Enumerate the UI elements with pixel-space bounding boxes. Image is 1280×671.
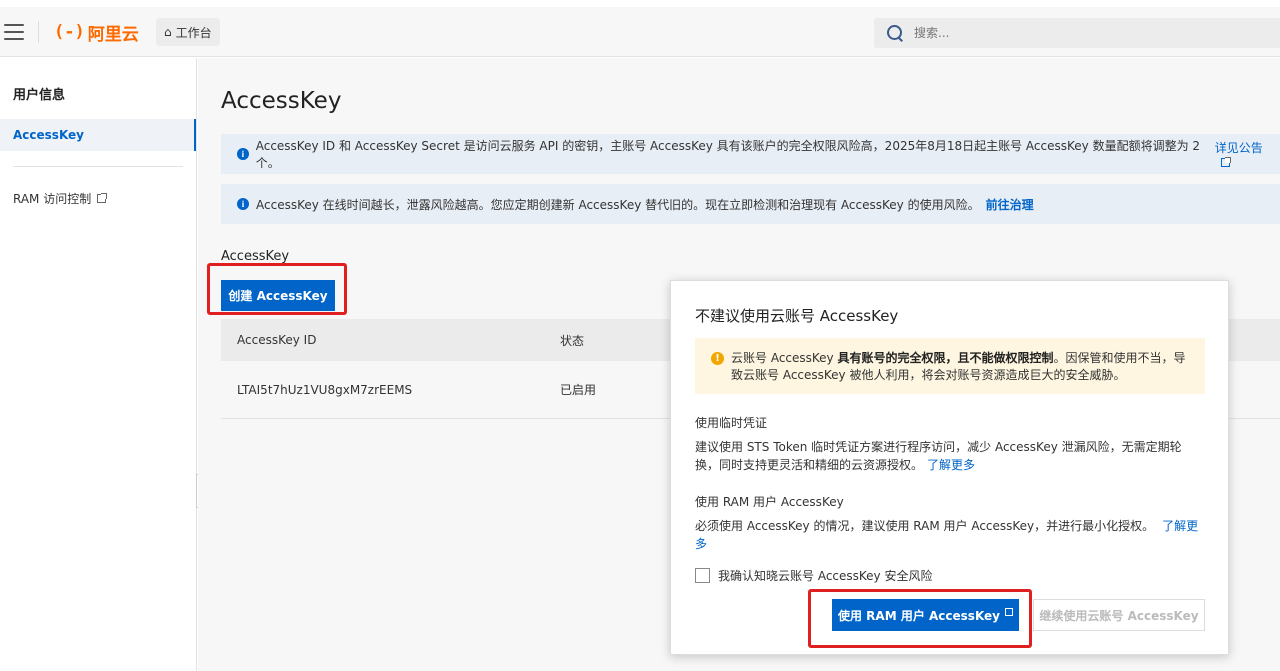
continue-root-accesskey-button: 继续使用云账号 AccessKey [1033, 599, 1205, 631]
section-temp-credentials-body: 建议使用 STS Token 临时凭证方案进行程序访问，减少 AccessKey… [695, 438, 1205, 474]
highlight-box-ram-button [808, 589, 1032, 648]
section-temp-credentials-heading: 使用临时凭证 [695, 416, 768, 430]
warning-text-bold: 具有账号的完全权限，且不能做权限控制 [837, 351, 1054, 365]
warning-text-pre: 云账号 AccessKey [731, 351, 838, 365]
modal-layer: 不建议使用云账号 AccessKey ! 云账号 AccessKey 具有账号的… [0, 0, 1280, 671]
dialog-title: 不建议使用云账号 AccessKey [695, 307, 899, 325]
learn-more-link-sts[interactable]: 了解更多 [927, 458, 975, 472]
warning-icon: ! [711, 352, 724, 365]
warning-banner: ! 云账号 AccessKey 具有账号的完全权限，且不能做权限控制。因保管和使… [695, 338, 1205, 394]
acknowledge-label[interactable]: 我确认知晓云账号 AccessKey 安全风险 [718, 567, 932, 584]
warning-text: 云账号 AccessKey 具有账号的完全权限，且不能做权限控制。因保管和使用不… [711, 350, 1189, 384]
section-ram-body: 必须使用 AccessKey 的情况，建议使用 RAM 用户 AccessKey… [695, 517, 1205, 553]
acknowledge-checkbox[interactable] [695, 568, 710, 583]
acknowledge-row: 我确认知晓云账号 AccessKey 安全风险 [695, 567, 932, 584]
section-ram-heading: 使用 RAM 用户 AccessKey [695, 495, 844, 509]
section-ram-text: 必须使用 AccessKey 的情况，建议使用 RAM 用户 AccessKey… [695, 519, 1155, 533]
